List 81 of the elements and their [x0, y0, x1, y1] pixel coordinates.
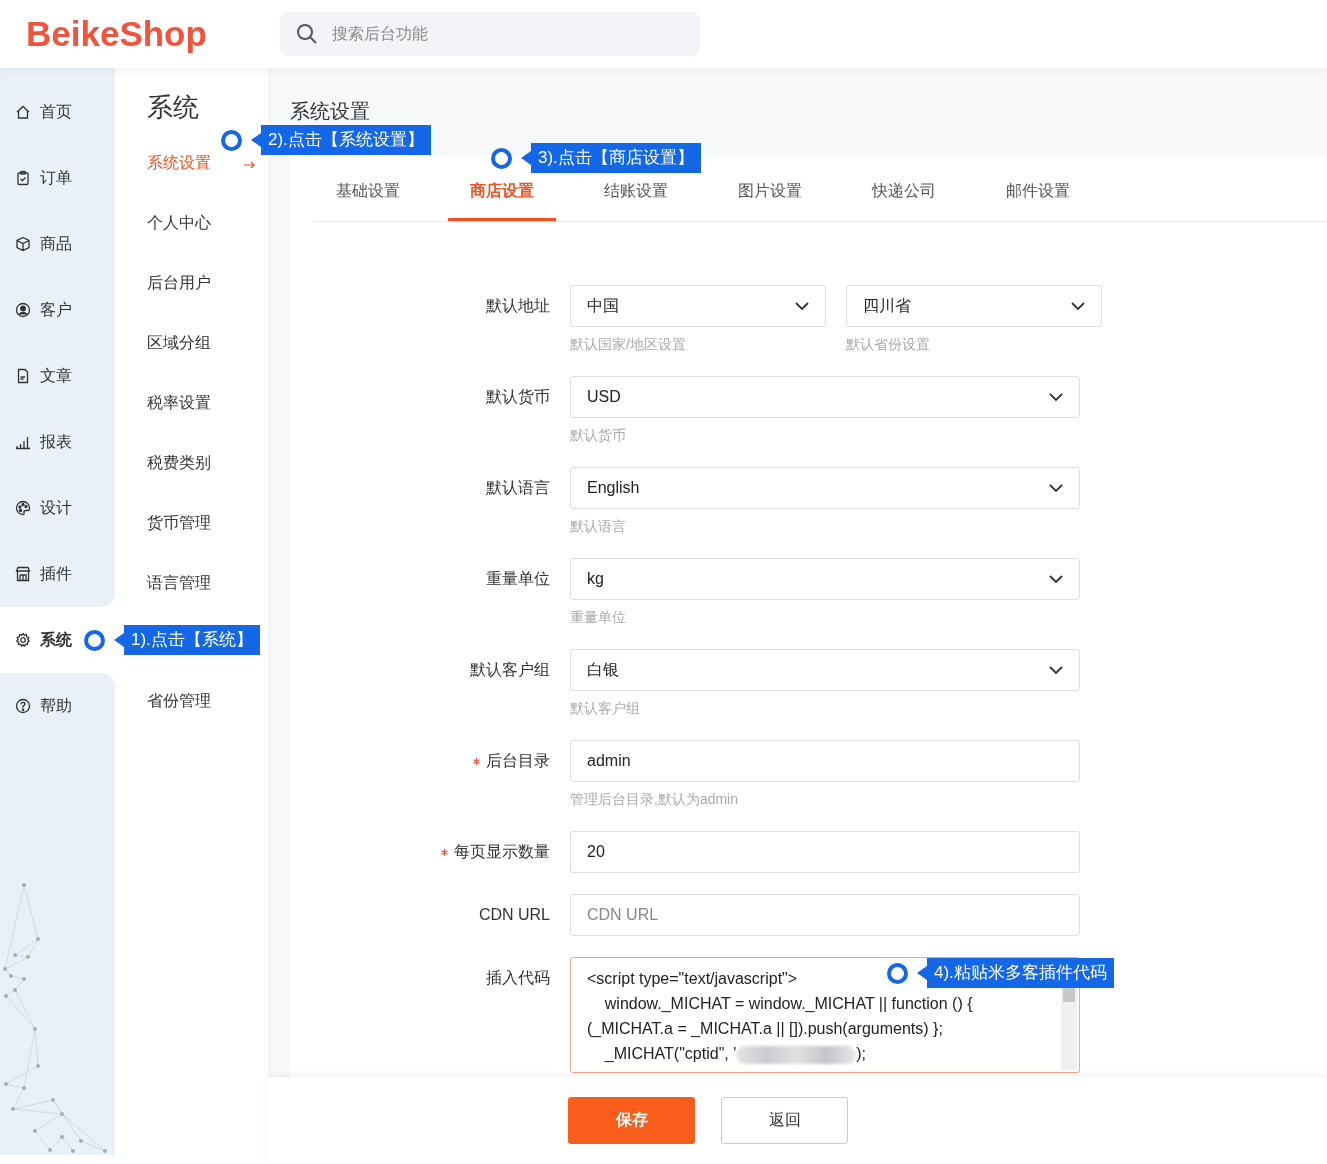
field-label: 插入代码: [486, 967, 550, 988]
callout-label: 3).点击【商店设置】: [531, 143, 701, 173]
help-icon: [15, 698, 31, 714]
pointer-icon: [521, 151, 531, 165]
select-field[interactable]: USD: [570, 376, 1080, 418]
pointer-icon: [251, 133, 261, 147]
nav-item[interactable]: 帮助: [0, 673, 115, 739]
select-field[interactable]: English: [570, 467, 1080, 509]
help-text: 默认客户组: [570, 699, 641, 718]
chevron-down-icon: [1049, 574, 1063, 584]
store-icon: [15, 566, 31, 582]
logo: BeikeShop: [26, 14, 208, 54]
arrow-icon: [244, 161, 255, 169]
search-field[interactable]: 搜索后台功能: [280, 12, 700, 56]
tab[interactable]: 快递公司: [850, 181, 958, 221]
page-title: 系统设置: [290, 99, 370, 124]
document-icon: [15, 368, 31, 384]
tab[interactable]: 图片设置: [716, 181, 824, 221]
nav-item[interactable]: 订单: [0, 145, 115, 211]
input-field[interactable]: admin: [570, 740, 1080, 782]
field-label: 默认语言: [486, 477, 550, 498]
chevron-down-icon: [1049, 665, 1063, 675]
clipboard-icon: [15, 170, 31, 186]
nav-item[interactable]: 插件: [0, 541, 115, 607]
help-text: 默认语言: [570, 517, 627, 536]
help-text: 默认国家/地区设置: [570, 335, 687, 354]
help-text: 默认货币: [570, 426, 627, 445]
user-icon: [15, 302, 31, 318]
select-field[interactable]: 白银: [570, 649, 1080, 691]
help-text: 管理后台目录,默认为admin: [570, 790, 740, 809]
pointer-icon: [917, 966, 927, 980]
marker-ring-icon: [221, 129, 242, 151]
help-text: 重量单位: [570, 608, 627, 627]
search-icon: [296, 23, 318, 45]
tab[interactable]: 结账设置: [582, 181, 690, 221]
field-label: 默认地址: [486, 295, 550, 316]
back-button[interactable]: 返回: [721, 1097, 848, 1144]
select-field[interactable]: 中国: [570, 285, 826, 327]
field-label: 默认客户组: [470, 659, 550, 680]
nav-item[interactable]: 文章: [0, 343, 115, 409]
callout-label: 2).点击【系统设置】: [261, 125, 431, 155]
select-field[interactable]: kg: [570, 558, 1080, 600]
chevron-down-icon: [1049, 392, 1063, 402]
select-field[interactable]: 四川省: [846, 285, 1102, 327]
field-label: CDN URL: [478, 906, 550, 924]
input-field[interactable]: 20: [570, 831, 1080, 873]
help-text: 默认省份设置: [846, 335, 931, 354]
chevron-down-icon: [795, 301, 809, 311]
box-icon: [15, 236, 31, 252]
field-label: 后台目录: [486, 750, 550, 771]
field-label: 每页显示数量: [454, 841, 550, 862]
palette-icon: [15, 500, 31, 516]
submenu-title: 系统: [147, 91, 199, 124]
input-field[interactable]: CDN URL: [570, 894, 1080, 936]
nav-item[interactable]: 报表: [0, 409, 115, 475]
submenu-item[interactable]: 系统设置: [147, 152, 211, 174]
scrollbar[interactable]: [1061, 986, 1077, 1070]
submenu-item[interactable]: 税费类别: [147, 452, 211, 474]
home-icon: [15, 104, 31, 120]
bar-chart-icon: [15, 434, 31, 450]
submenu-item[interactable]: 货币管理: [147, 512, 211, 534]
tab[interactable]: 基础设置: [314, 181, 422, 221]
field-label: 默认货币: [486, 386, 550, 407]
nav-item[interactable]: 客户: [0, 277, 115, 343]
chevron-down-icon: [1071, 301, 1085, 311]
submenu-item[interactable]: 语言管理: [147, 572, 211, 594]
pointer-icon: [114, 633, 124, 647]
nav-item[interactable]: 设计: [0, 475, 115, 541]
submenu-item[interactable]: 税率设置: [147, 392, 211, 414]
callout-label: 4).粘贴米多客插件代码: [927, 958, 1114, 988]
field-label: 重量单位: [486, 568, 550, 589]
settings-icon: [15, 632, 31, 648]
submenu-item[interactable]: 个人中心: [147, 212, 211, 234]
tab[interactable]: 邮件设置: [984, 181, 1092, 221]
nav-item[interactable]: 首页: [0, 68, 115, 145]
chevron-down-icon: [1049, 483, 1063, 493]
nav-item[interactable]: 商品: [0, 211, 115, 277]
submenu-item[interactable]: 区域分组: [147, 332, 211, 354]
callout-label: 1).点击【系统】: [124, 625, 260, 655]
submenu-item[interactable]: 后台用户: [147, 272, 211, 294]
submenu-item[interactable]: 省份管理: [147, 690, 211, 712]
